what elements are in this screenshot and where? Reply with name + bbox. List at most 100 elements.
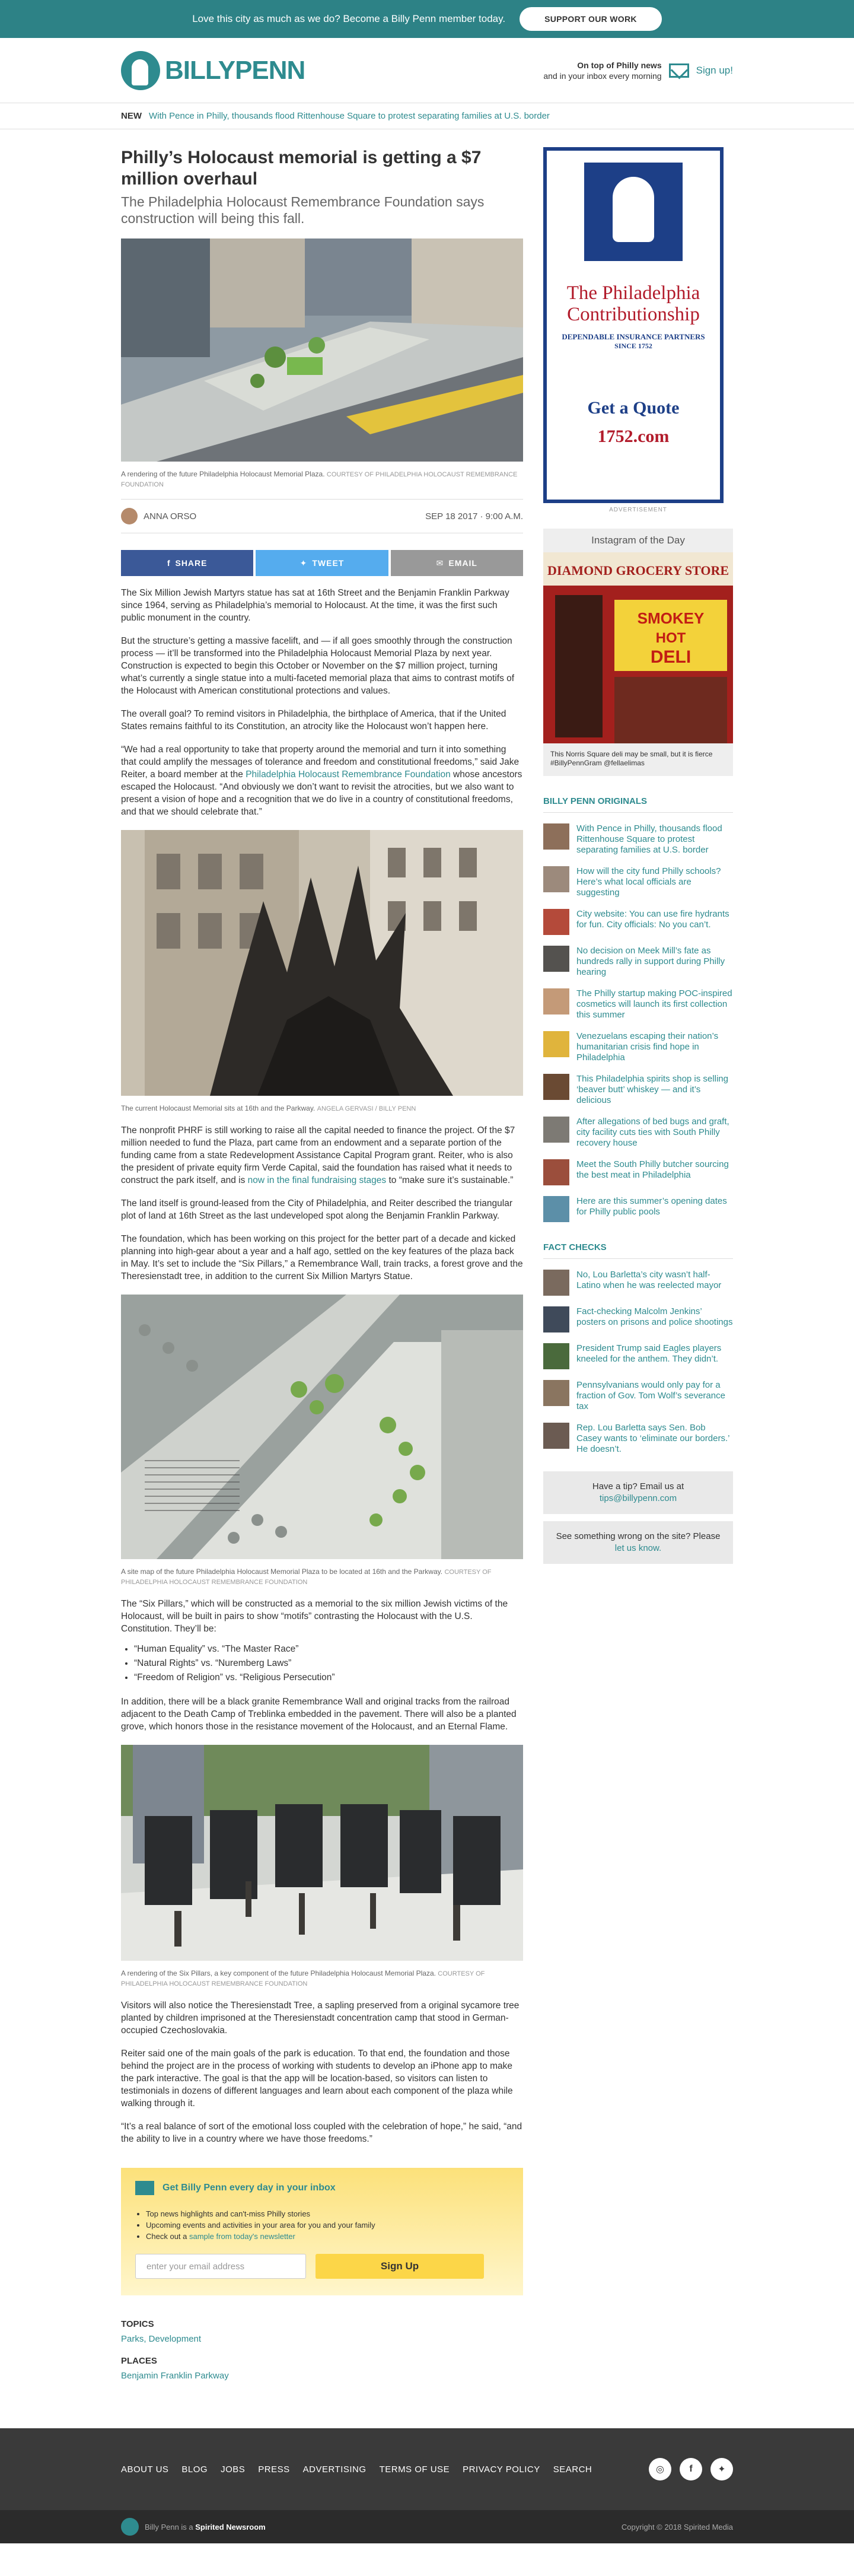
logo-text: BILLYPENN <box>165 55 305 85</box>
pillars-figure: A rendering of the Six Pillars, a key co… <box>121 1745 523 1989</box>
footer-link-about[interactable]: ABOUT US <box>121 2464 168 2475</box>
paragraph: Visitors will also notice the Theresiens… <box>121 2001 520 2036</box>
list-item[interactable]: With Pence in Philly, thousands flood Ri… <box>543 823 733 856</box>
list-item[interactable]: Here are this summer’s opening dates for… <box>543 1196 733 1222</box>
thumbnail <box>543 946 569 972</box>
advertisement[interactable]: The Philadelphia Contributionship DEPEND… <box>543 147 724 503</box>
twitter-icon[interactable]: ✦ <box>710 2458 733 2480</box>
footer-link-jobs[interactable]: JOBS <box>221 2464 245 2475</box>
thumbnail <box>543 909 569 935</box>
factchecks-heading: FACT CHECKS <box>543 1242 733 1259</box>
list-item[interactable]: How will the city fund Philly schools? H… <box>543 866 733 898</box>
topics-links[interactable]: Parks, Development <box>121 2334 201 2344</box>
report-error-text: See something wrong on the site? Please <box>556 1531 721 1541</box>
phrf-link[interactable]: Philadelphia Holocaust Remembrance Found… <box>246 769 451 780</box>
paragraph: The “Six Pillars,” which will be constru… <box>121 1599 508 1634</box>
list-item[interactable]: The Philly startup making POC-inspired c… <box>543 988 733 1020</box>
ad-brand: The Philadelphia Contributionship <box>566 282 700 325</box>
report-error-link[interactable]: let us know. <box>615 1543 661 1553</box>
breaking-news-bar: NEW With Pence in Philly, thousands floo… <box>0 103 854 129</box>
facebook-icon[interactable]: f <box>680 2458 702 2480</box>
thumbnail <box>543 1031 569 1057</box>
footer-link-blog[interactable]: BLOG <box>181 2464 208 2475</box>
paragraph: But the structure’s getting a massive fa… <box>121 636 515 696</box>
thumbnail <box>543 823 569 850</box>
author-name[interactable]: ANNA ORSO <box>144 511 196 521</box>
article-title: Philly’s Holocaust memorial is getting a… <box>121 148 482 189</box>
footer-link-advertising[interactable]: ADVERTISING <box>303 2464 367 2475</box>
paragraph: The land itself is ground-leased from th… <box>121 1198 512 1221</box>
list-item[interactable]: Fact-checking Malcolm Jenkins’ posters o… <box>543 1306 733 1332</box>
sample-newsletter-link[interactable]: sample from today's newsletter <box>189 2232 295 2241</box>
thumbnail <box>543 1270 569 1296</box>
billy-penn-logo-icon <box>121 50 160 90</box>
list-item: “Natural Rights” vs. “Nuremberg Laws” <box>134 1656 523 1671</box>
footer-link-terms[interactable]: TERMS OF USE <box>380 2464 450 2475</box>
statue-figure: The current Holocaust Memorial sits at 1… <box>121 830 523 1114</box>
places-link[interactable]: Benjamin Franklin Parkway <box>121 2371 229 2381</box>
footer-bottom: Billy Penn is a Spirited Newsroom Copyri… <box>0 2510 854 2543</box>
fundraising-link[interactable]: now in the final fundraising stages <box>248 1175 387 1185</box>
list-item[interactable]: Venezuelans escaping their nation’s huma… <box>543 1031 733 1063</box>
sidebar: The Philadelphia Contributionship DEPEND… <box>543 147 733 2381</box>
statue-photo-image <box>121 830 523 1096</box>
ad-url: 1752.com <box>597 427 670 446</box>
instagram-caption: This Norris Square deli may be small, bu… <box>550 750 713 767</box>
list-item: Check out a sample from today's newslett… <box>146 2231 509 2242</box>
thumbnail <box>543 1423 569 1449</box>
figure-caption: A rendering of the future Philadelphia H… <box>121 470 325 478</box>
billy-penn-logo-icon <box>121 2518 139 2536</box>
list-item[interactable]: Rep. Lou Barletta says Sen. Bob Casey wa… <box>543 1423 733 1455</box>
sitemap-figure: A site map of the future Philadelphia Ho… <box>121 1295 523 1587</box>
site-header: BILLYPENN On top of Philly news and in y… <box>0 38 854 103</box>
list-item[interactable]: City website: You can use fire hydrants … <box>543 909 733 935</box>
spirited-newsroom-link[interactable]: Spirited Newsroom <box>195 2523 265 2532</box>
logo[interactable]: BILLYPENN <box>121 50 305 90</box>
thumbnail <box>543 866 569 892</box>
support-button[interactable]: SUPPORT OUR WORK <box>520 7 662 31</box>
facebook-icon: f <box>167 558 171 568</box>
list-item[interactable]: This Philadelphia spirits shop is sellin… <box>543 1074 733 1106</box>
mail-icon <box>668 63 689 78</box>
list-item: Top news highlights and can't-miss Phill… <box>146 2208 509 2219</box>
list-item[interactable]: No, Lou Barletta’s city wasn’t half-Lati… <box>543 1270 733 1296</box>
neon-sign-smokey: SMOKEY <box>638 609 705 627</box>
newsletter-title: Get Billy Penn every day in your inbox <box>162 2183 336 2193</box>
newsletter-signup-cta: On top of Philly news and in your inbox … <box>543 60 733 81</box>
deli-photo-image[interactable]: DIAMOND GROCERY STORE SMOKEY HOT DELI <box>543 552 733 743</box>
email-share-button[interactable]: ✉ EMAIL <box>390 550 523 576</box>
list-item[interactable]: No decision on Meek Mill’s fate as hundr… <box>543 946 733 978</box>
envelope-icon: ✉ <box>436 558 444 568</box>
instagram-of-the-day: Instagram of the Day DIAMOND GROCERY STO… <box>543 529 733 776</box>
list-item[interactable]: President Trump said Eagles players knee… <box>543 1343 733 1369</box>
tip-text: Have a tip? Email us at <box>592 1481 684 1491</box>
list-item[interactable]: After allegations of bed bugs and graft,… <box>543 1117 733 1149</box>
figure-caption: A site map of the future Philadelphia Ho… <box>121 1567 443 1576</box>
neon-sign-deli: DELI <box>651 647 691 667</box>
footer-link-press[interactable]: PRESS <box>258 2464 289 2475</box>
footer-link-search[interactable]: SEARCH <box>553 2464 592 2475</box>
tip-email-link[interactable]: tips@billypenn.com <box>600 1493 677 1503</box>
facebook-share-button[interactable]: f SHARE <box>121 550 254 576</box>
membership-message: Love this city as much as we do? Become … <box>192 13 506 24</box>
signup-link[interactable]: Sign up! <box>696 65 733 77</box>
list-item[interactable]: Pennsylvanians would only pay for a frac… <box>543 1380 733 1412</box>
signup-line-1: On top of Philly news <box>577 60 662 70</box>
article: Philly’s Holocaust memorial is getting a… <box>121 147 523 2381</box>
email-input[interactable]: enter your email address <box>135 2254 306 2279</box>
pillars-list: “Human Equality” vs. “The Master Race” “… <box>134 1642 523 1685</box>
originals-heading: BILLY PENN ORIGINALS <box>543 796 733 813</box>
storefront-sign: DIAMOND GROCERY STORE <box>547 563 729 578</box>
social-links: ◎ f ✦ <box>649 2458 733 2480</box>
list-item[interactable]: Meet the South Philly butcher sourcing t… <box>543 1159 733 1185</box>
footer-brand-text: Billy Penn is a Spirited Newsroom <box>145 2522 266 2532</box>
instagram-icon[interactable]: ◎ <box>649 2458 671 2480</box>
thumbnail <box>543 1306 569 1332</box>
contributionship-seal-icon <box>584 163 683 261</box>
twitter-share-button[interactable]: ✦ TWEET <box>256 550 388 576</box>
breaking-headline-link[interactable]: With Pence in Philly, thousands flood Ri… <box>149 111 550 121</box>
thumbnail <box>543 1380 569 1406</box>
footer-link-privacy[interactable]: PRIVACY POLICY <box>463 2464 540 2475</box>
plaza-rendering-image <box>121 238 523 462</box>
newsletter-signup-button[interactable]: Sign Up <box>316 2254 484 2279</box>
